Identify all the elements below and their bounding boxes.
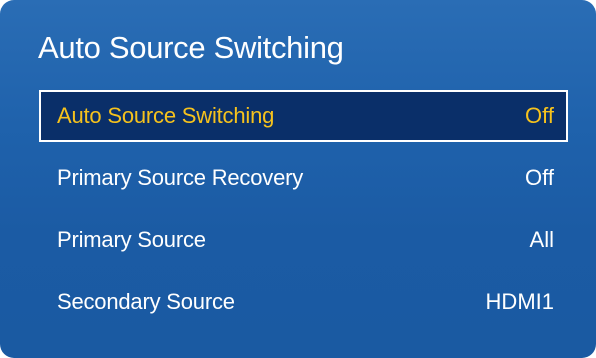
menu-item-auto-source-switching[interactable]: Auto Source Switching Off [39,90,568,142]
menu-item-secondary-source[interactable]: Secondary Source HDMI1 [39,276,568,328]
menu-item-value: All [529,227,554,252]
menu-item-primary-source[interactable]: Primary Source All [39,214,568,266]
menu-item-value: Off [525,103,554,128]
menu-item-label: Primary Source [57,227,206,252]
menu-item-label: Secondary Source [57,289,235,314]
menu-item-primary-source-recovery[interactable]: Primary Source Recovery Off [39,152,568,204]
menu-item-label: Auto Source Switching [57,103,275,128]
menu-item-value: Off [525,165,554,190]
menu-item-value: HDMI1 [485,289,554,314]
settings-menu: Auto Source Switching Off Primary Source… [39,90,568,338]
menu-item-label: Primary Source Recovery [57,165,304,190]
auto-source-switching-panel: Auto Source Switching Auto Source Switch… [0,0,596,358]
panel-title: Auto Source Switching [38,30,344,65]
